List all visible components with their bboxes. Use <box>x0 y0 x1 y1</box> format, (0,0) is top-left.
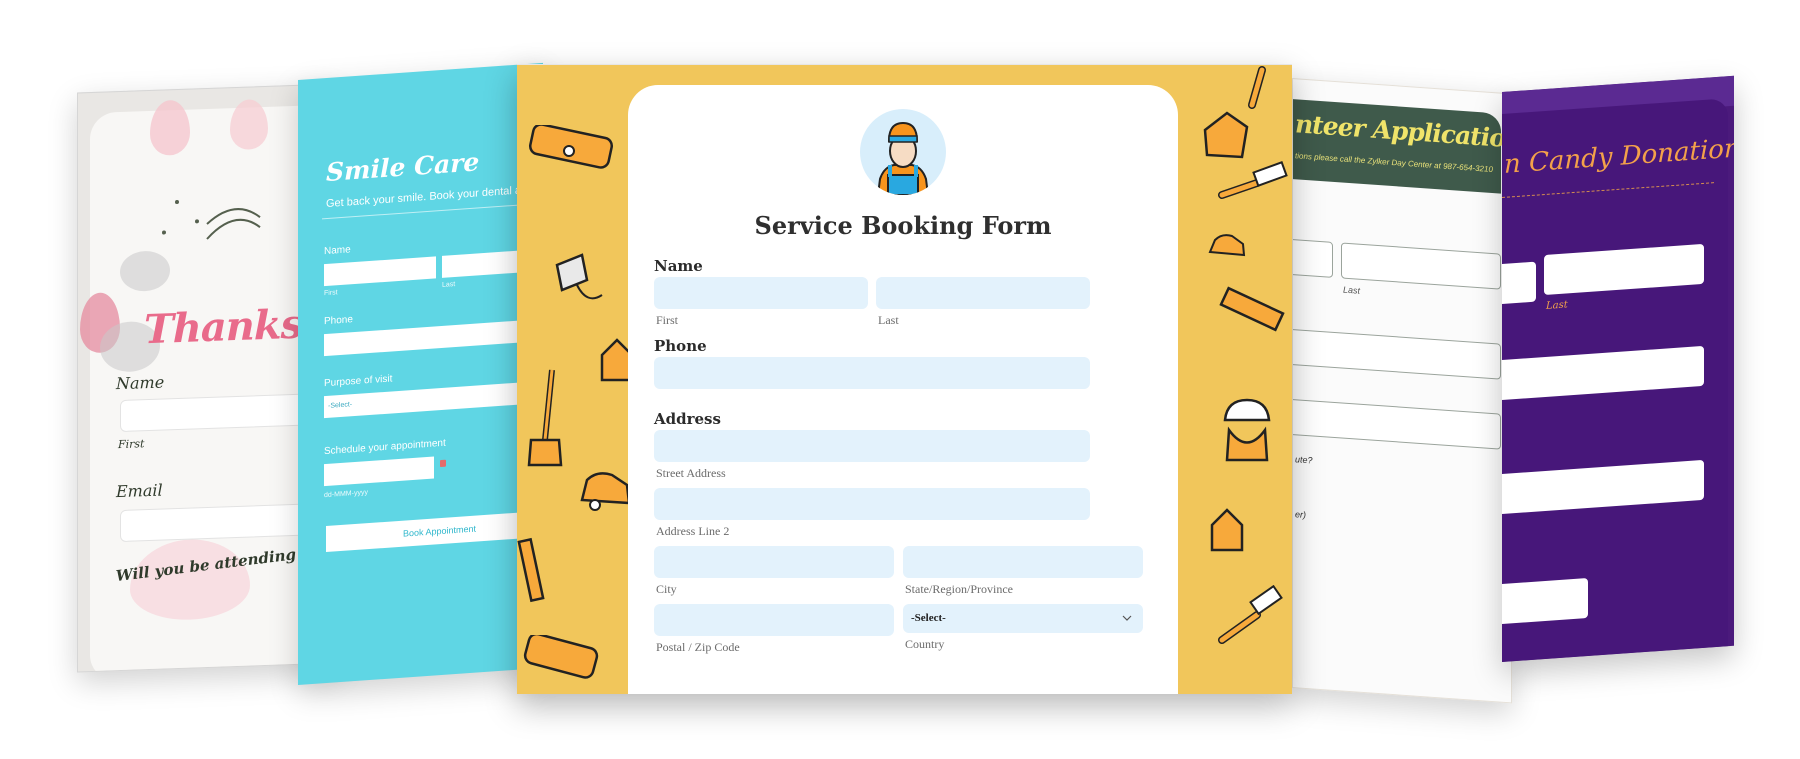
first-name-input[interactable] <box>654 277 868 309</box>
last-sublabel: Last <box>1343 284 1361 296</box>
volunteer-form-card[interactable]: nteer Application tions please call the … <box>1292 78 1512 704</box>
plug-icon <box>555 253 603 300</box>
air-conditioner-icon <box>523 635 599 679</box>
phone-input[interactable] <box>654 357 1090 389</box>
appointment-date-input[interactable] <box>324 456 434 487</box>
address-line2-sublabel: Address Line 2 <box>656 524 730 538</box>
text-input[interactable] <box>1292 398 1501 450</box>
form-title: Service Booking Form <box>754 211 1052 240</box>
avatar <box>860 109 946 195</box>
last-name-input[interactable] <box>876 277 1090 309</box>
street-address-sublabel: Street Address <box>656 466 726 480</box>
other-fragment: er) <box>1295 509 1306 520</box>
broom-icon <box>1218 585 1283 644</box>
brush-icon <box>1248 66 1266 109</box>
service-worker-icon <box>876 121 930 195</box>
pencil-icon <box>517 537 545 603</box>
name-label: Name <box>116 372 165 394</box>
phone-label: Phone <box>654 337 707 355</box>
city-input[interactable] <box>654 546 894 578</box>
country-select-value: -Select- <box>911 612 946 624</box>
first-name-input[interactable] <box>324 256 436 287</box>
petal-decoration <box>150 99 190 156</box>
last-sublabel: Last <box>442 281 456 289</box>
calendar-icon[interactable] <box>440 459 446 468</box>
petal-decoration <box>230 98 268 151</box>
city-sublabel: City <box>656 582 677 596</box>
first-sublabel: First <box>324 289 338 298</box>
address-line2-input[interactable] <box>654 488 1090 520</box>
dot-decoration <box>175 199 179 205</box>
service-booking-panel: Service Booking Form Name First Last Pho… <box>517 64 1292 694</box>
dot-decoration <box>162 230 166 235</box>
volunteer-subtitle: tions please call the Zylker Day Center … <box>1295 151 1493 175</box>
country-sublabel: Country <box>905 637 945 651</box>
purpose-select-value: -Select- <box>328 401 353 410</box>
template-showcase: Thanksgiv Name First Email Will you be a… <box>0 0 1800 759</box>
purpose-label: Purpose of visit <box>324 373 393 390</box>
candy-donation-form-card[interactable]: n Candy Donation Last <box>1502 75 1734 662</box>
name-label: Name <box>654 257 703 275</box>
first-name-input[interactable] <box>1292 238 1333 278</box>
first-name-input[interactable] <box>1502 261 1536 305</box>
zip-code-sublabel: Postal / Zip Code <box>656 640 740 654</box>
broom-icon <box>1218 161 1288 199</box>
phone-label: Phone <box>324 314 353 328</box>
worker-helmet-icon <box>1223 398 1271 462</box>
country-select[interactable]: -Select- <box>903 604 1143 633</box>
last-sublabel: Last <box>1546 299 1568 312</box>
first-sublabel: First <box>118 437 145 452</box>
state-sublabel: State/Region/Province <box>905 582 1013 596</box>
smile-care-title: Smile Care <box>326 147 480 188</box>
service-booking-form: Service Booking Form Name First Last Pho… <box>628 85 1178 694</box>
street-address-input[interactable] <box>654 430 1090 462</box>
book-appointment-button[interactable]: Book Appointment <box>326 510 543 553</box>
taxi-icon <box>1208 234 1246 257</box>
name-label: Name <box>324 244 351 258</box>
question-fragment: ute? <box>1295 454 1313 466</box>
fern-icon <box>206 208 261 240</box>
zip-code-input[interactable] <box>654 604 894 636</box>
phone-input[interactable] <box>324 317 543 357</box>
first-sublabel: First <box>656 313 679 327</box>
last-name-input[interactable] <box>1341 242 1501 290</box>
address-label: Address <box>654 410 721 428</box>
text-input[interactable] <box>1292 328 1501 380</box>
volunteer-title: nteer Application <box>1295 109 1512 155</box>
schedule-label: Schedule your appointment <box>324 437 446 458</box>
air-conditioner-icon <box>528 125 614 169</box>
chevron-down-icon <box>1122 615 1132 621</box>
dot-decoration <box>195 219 199 224</box>
state-input[interactable] <box>903 546 1143 578</box>
text-input[interactable] <box>1502 577 1588 625</box>
date-format-hint: dd-MMM-yyyy <box>324 489 368 500</box>
plunger-icon <box>527 369 563 467</box>
ruler-icon <box>1219 286 1285 332</box>
last-sublabel: Last <box>878 313 899 327</box>
email-label: Email <box>116 480 163 502</box>
house-icon <box>1210 508 1244 552</box>
leaf-decoration <box>120 250 170 293</box>
volunteer-header: nteer Application tions please call the … <box>1293 99 1512 194</box>
smile-care-form-card[interactable]: Smile Care Get back your smile. Book you… <box>298 62 543 686</box>
